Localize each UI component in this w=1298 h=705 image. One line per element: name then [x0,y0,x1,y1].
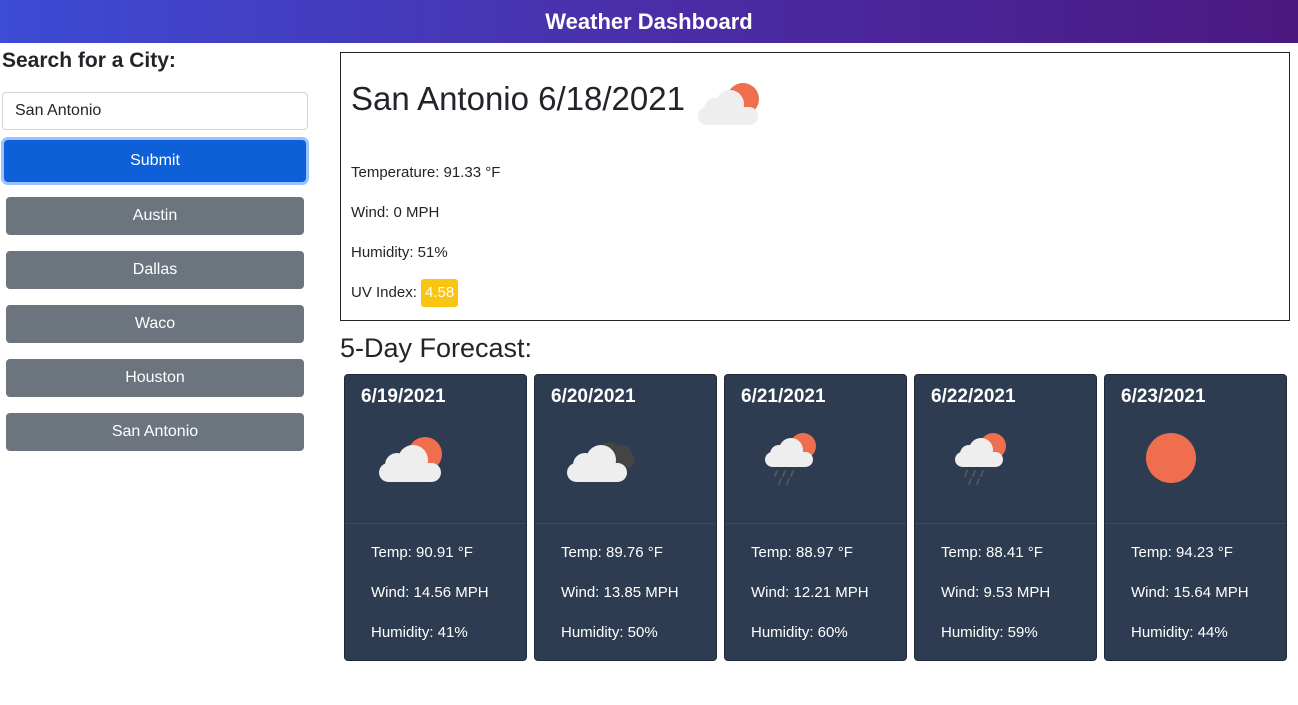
forecast-card: 6/20/2021 Temp: 89.76 °F Wind: 13.85 MPH… [534,374,717,661]
forecast-wind: Wind: 12.21 MPH [751,584,869,601]
forecast-divider [535,523,716,524]
app-title: Weather Dashboard [545,9,753,34]
forecast-card: 6/23/2021 Temp: 94.23 °F Wind: 15.64 MPH… [1104,374,1287,661]
forecast-wind: Wind: 14.56 MPH [371,584,489,601]
current-temperature: Temperature: 91.33 °F [351,164,501,181]
city-search-input[interactable] [2,92,308,130]
forecast-date: 6/22/2021 [931,386,1016,407]
forecast-date: 6/20/2021 [551,386,636,407]
forecast-date: 6/23/2021 [1121,386,1206,407]
forecast-humidity: Humidity: 44% [1131,624,1228,641]
cloudy-icon [567,442,635,482]
app-header: Weather Dashboard [0,0,1298,43]
uv-label: UV Index: [351,284,417,301]
forecast-date: 6/19/2021 [361,386,446,407]
forecast-divider [725,523,906,524]
submit-button[interactable]: Submit [4,140,306,182]
current-wind: Wind: 0 MPH [351,204,440,221]
forecast-temp: Temp: 90.91 °F [371,544,473,561]
rain-sun-icon [955,433,1006,485]
forecast-heading: 5-Day Forecast: [340,333,533,363]
history-button-austin[interactable]: Austin [6,197,304,235]
current-uv-index: UV Index: 4.58 [351,279,459,307]
forecast-temp: Temp: 89.76 °F [561,544,663,561]
forecast-temp: Temp: 94.23 °F [1131,544,1233,561]
forecast-divider [1105,523,1286,524]
current-city-date: San Antonio 6/18/2021 [351,80,685,117]
forecast-wind: Wind: 13.85 MPH [561,584,679,601]
forecast-card: 6/22/2021 Temp: 88.41 °F Wind: 9.53 MPH … [914,374,1097,661]
forecast-humidity: Humidity: 59% [941,624,1038,641]
search-heading: Search for a City: [2,49,176,72]
history-button-waco[interactable]: Waco [6,305,304,343]
history-button-dallas[interactable]: Dallas [6,251,304,289]
sun-icon [1146,433,1196,483]
forecast-card: 6/21/2021 Temp: 88.97 °F Wind: 12.21 MPH… [724,374,907,661]
forecast-date: 6/21/2021 [741,386,826,407]
forecast-humidity: Humidity: 41% [371,624,468,641]
forecast-divider [345,523,526,524]
uv-badge: 4.58 [421,279,459,307]
partly-cloudy-icon [379,437,442,482]
rain-sun-icon [765,433,816,485]
forecast-temp: Temp: 88.97 °F [751,544,853,561]
forecast-card: 6/19/2021 Temp: 90.91 °F Wind: 14.56 MPH… [344,374,527,661]
forecast-temp: Temp: 88.41 °F [941,544,1043,561]
forecast-humidity: Humidity: 50% [561,624,658,641]
forecast-wind: Wind: 9.53 MPH [941,584,1051,601]
forecast-wind: Wind: 15.64 MPH [1131,584,1249,601]
current-humidity: Humidity: 51% [351,244,448,261]
forecast-divider [915,523,1096,524]
partly-cloudy-icon [698,83,759,125]
history-button-san-antonio[interactable]: San Antonio [6,413,304,451]
current-weather-panel: San Antonio 6/18/2021 Temperature: 91.33… [340,52,1290,321]
history-button-houston[interactable]: Houston [6,359,304,397]
forecast-humidity: Humidity: 60% [751,624,848,641]
